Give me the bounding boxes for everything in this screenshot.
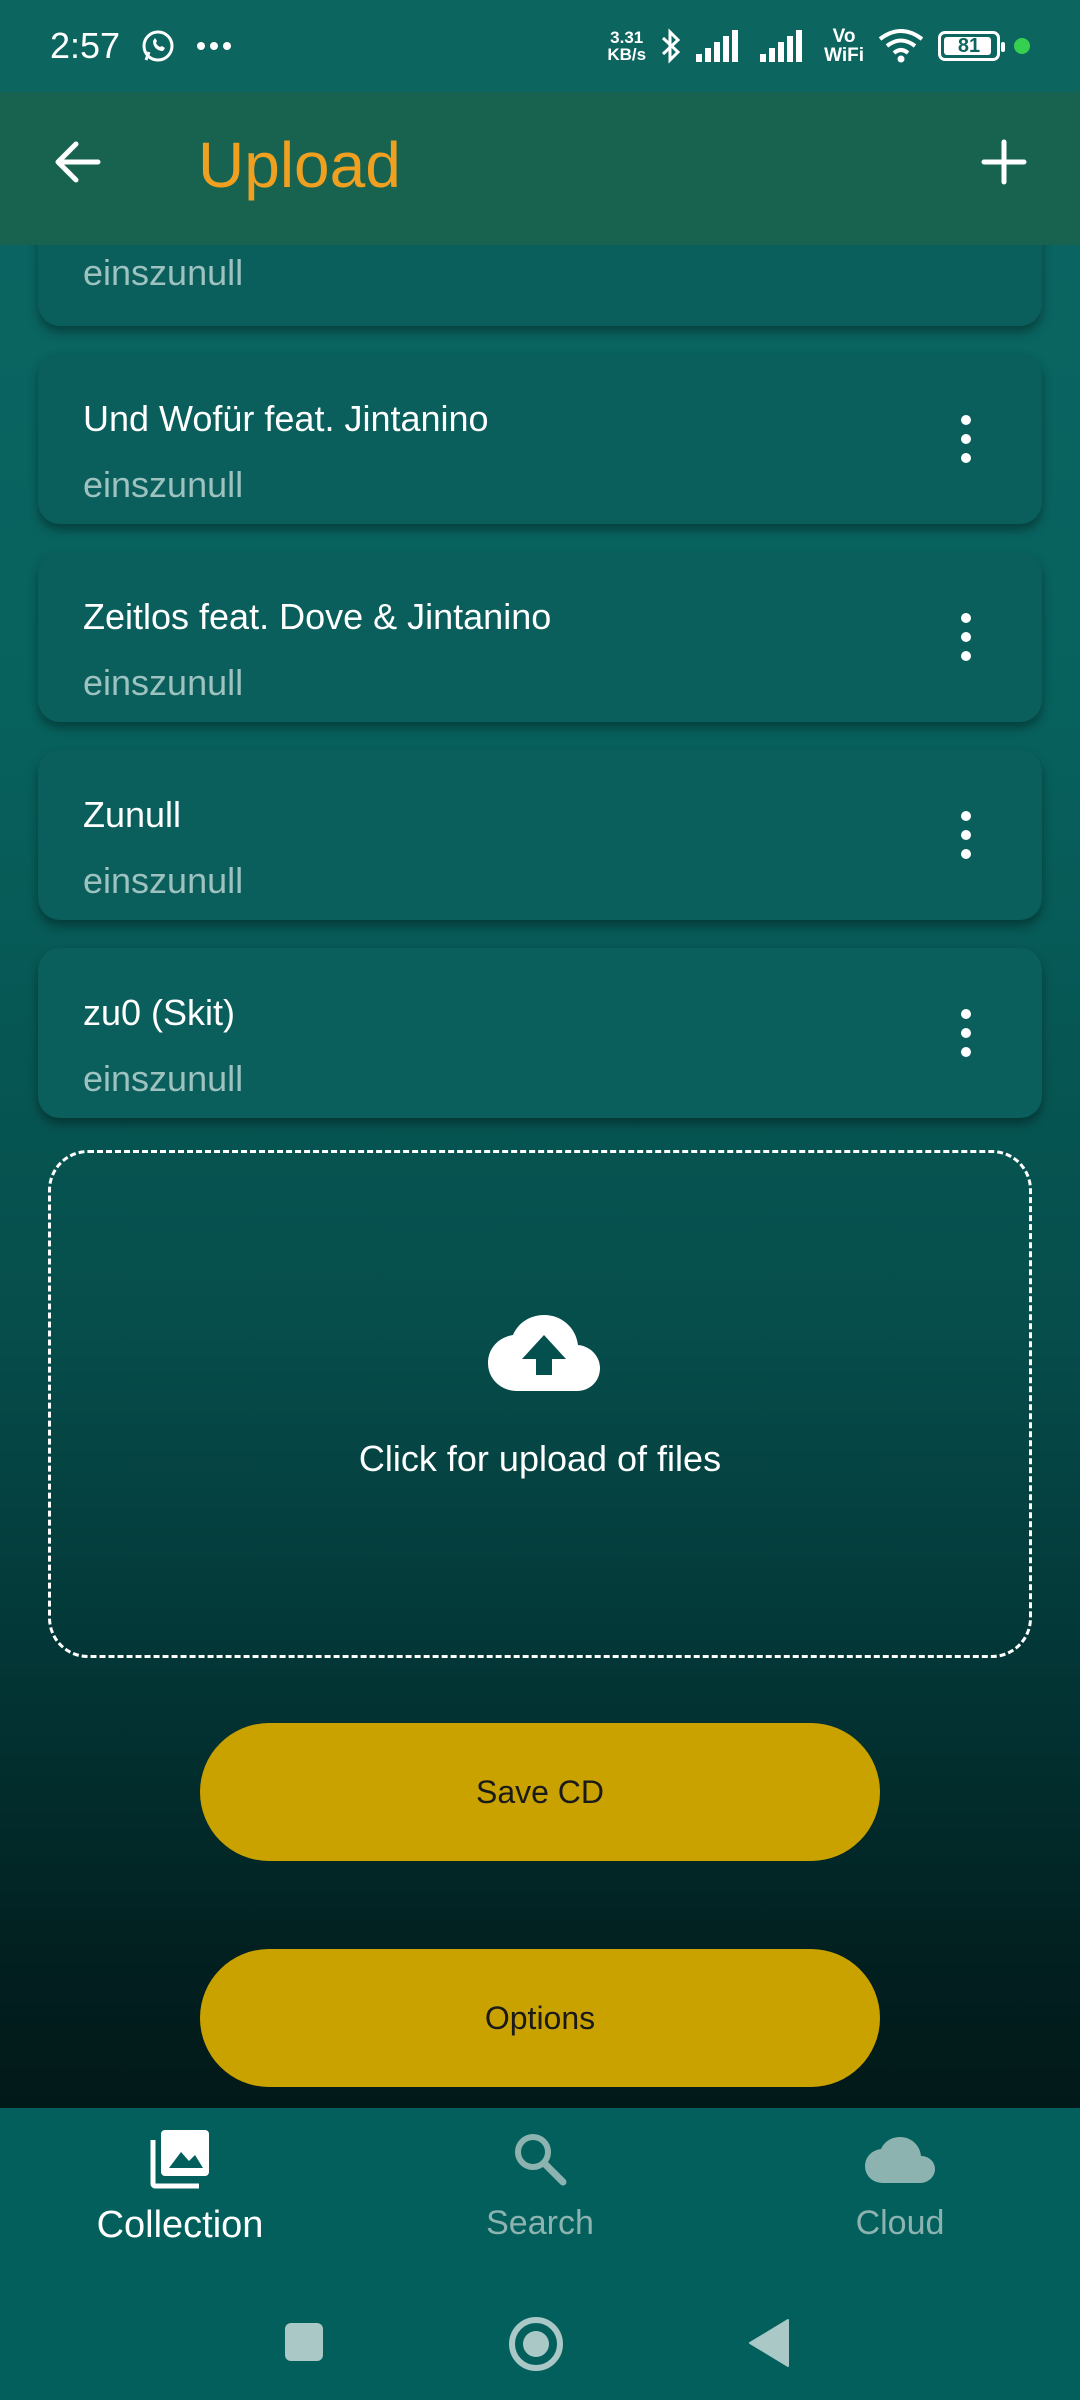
signal-icon (760, 30, 803, 62)
track-title: Zeitlos feat. Dove & Jintanino (83, 596, 552, 637)
track-card[interactable]: Und Wofür feat. Jintanino einszunull (38, 354, 1042, 524)
nav-label: Search (486, 2204, 594, 2242)
more-options-icon[interactable] (960, 1008, 972, 1058)
bluetooth-icon (662, 28, 681, 64)
track-title: Und Wofür feat. Jintanino (83, 398, 489, 439)
add-icon[interactable] (976, 134, 1032, 190)
privacy-indicator (1014, 38, 1030, 54)
app-bar: Upload (0, 92, 1080, 245)
more-notifications-icon (197, 42, 232, 50)
status-bar: 2:57 3.31 KB/s Vo WiFi 81 (0, 0, 1080, 92)
back-arrow-icon[interactable] (50, 134, 106, 190)
home-icon[interactable] (508, 2316, 564, 2372)
more-options-icon[interactable] (960, 810, 972, 860)
bottom-navigation: Collection Search Cloud (0, 2108, 1080, 2288)
cloud-upload-icon (488, 1315, 600, 1391)
track-title: zu0 (Skit) (83, 992, 236, 1033)
track-artist: einszunull (83, 252, 244, 293)
track-title: Zunull (83, 794, 182, 835)
whatsapp-icon (142, 30, 174, 62)
nav-label: Collection (96, 2204, 264, 2246)
recent-apps-icon[interactable] (284, 2322, 324, 2362)
track-artist: einszunull (83, 1058, 244, 1099)
image-gallery-icon (150, 2130, 209, 2189)
battery-icon: 81 (938, 31, 1005, 61)
track-card[interactable]: Zeitlos feat. Dove & Jintanino einszunul… (38, 552, 1042, 722)
track-card[interactable]: zu0 (Skit) einszunull (38, 948, 1042, 1118)
save-cd-button[interactable]: Save CD (200, 1723, 880, 1861)
wifi-icon (878, 29, 924, 63)
upload-dropzone[interactable]: Click for upload of files (48, 1150, 1032, 1658)
nav-label: Cloud (855, 2204, 945, 2242)
track-artist: einszunull (83, 860, 244, 901)
upload-label: Click for upload of files (358, 1438, 722, 1479)
track-artist: einszunull (83, 464, 244, 505)
nav-item-search[interactable]: Search (390, 2128, 690, 2243)
back-triangle-icon[interactable] (748, 2318, 790, 2368)
system-navigation-bar (0, 2288, 1080, 2400)
track-artist: einszunull (83, 662, 244, 703)
track-card[interactable]: Zunull einszunull (38, 750, 1042, 920)
vowifi-icon: Vo WiFi (824, 26, 864, 66)
cloud-icon (865, 2137, 935, 2183)
signal-icon (696, 30, 739, 62)
more-options-icon[interactable] (960, 414, 972, 464)
nav-item-collection[interactable]: Collection (30, 2128, 330, 2247)
page-title: Upload (198, 129, 401, 201)
more-options-icon[interactable] (960, 612, 972, 662)
nav-item-cloud[interactable]: Cloud (750, 2128, 1050, 2243)
options-button[interactable]: Options (200, 1949, 880, 2087)
track-list[interactable]: einszunull Und Wofür feat. Jintanino ein… (0, 0, 1080, 2108)
clock: 2:57 (50, 25, 121, 66)
network-speed: 3.31 KB/s (607, 28, 647, 64)
search-icon (515, 2134, 567, 2186)
